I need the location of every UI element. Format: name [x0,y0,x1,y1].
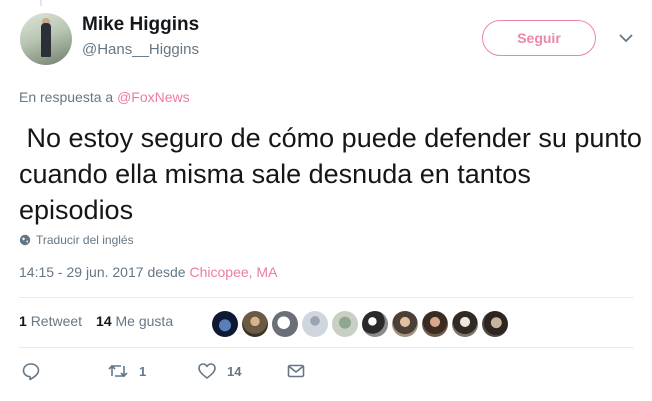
tweet-location-link[interactable]: Chicopee, MA [189,264,277,280]
translate-link[interactable]: Traducir del inglés [19,233,134,247]
retweet-stat-label: Retweet [30,313,83,329]
liker-avatar[interactable] [212,311,238,337]
liker-avatar[interactable] [362,311,388,337]
like-stat[interactable]: 14 Me gusta [96,313,173,329]
thread-line [40,0,42,6]
reply-button[interactable] [21,361,41,381]
retweet-stat[interactable]: 1 Retweet [19,313,82,329]
retweet-button[interactable]: 1 [107,361,146,381]
divider-bottom [19,347,634,348]
reply-context: En respuesta a @FoxNews [19,89,190,105]
globe-icon [19,234,31,246]
tweet-timestamp[interactable]: 14:15 - 29 jun. 2017 [19,264,144,280]
author-handle[interactable]: @Hans__Higgins [82,41,199,58]
liker-avatar[interactable] [452,311,478,337]
liker-avatar[interactable] [272,311,298,337]
envelope-icon [287,364,305,378]
liker-avatar[interactable] [392,311,418,337]
likers-avatars [212,311,508,337]
reply-prefix: En respuesta a [19,89,114,105]
liker-avatar[interactable] [482,311,508,337]
tweet-text: No estoy seguro de cómo puede defender s… [19,123,650,225]
meta-desde: desde [147,264,186,280]
reply-mention-link[interactable]: @FoxNews [117,89,190,105]
liker-avatar[interactable] [332,311,358,337]
tweet-stats: 1 Retweet 14 Me gusta [19,313,187,329]
tweet-meta: 14:15 - 29 jun. 2017 desde Chicopee, MA [19,264,277,280]
direct-message-button[interactable] [286,361,306,381]
chevron-down-icon[interactable] [618,32,634,44]
like-button[interactable]: 14 [197,361,241,381]
like-stat-label: Me gusta [115,313,174,329]
follow-button[interactable]: Seguir [482,20,596,56]
liker-avatar[interactable] [242,311,268,337]
author-name[interactable]: Mike Higgins [82,14,199,36]
avatar-figure [41,23,51,57]
translate-label: Traducir del inglés [36,233,134,247]
liker-avatar[interactable] [422,311,448,337]
retweet-stat-count: 1 [19,313,27,329]
reply-icon [22,363,40,381]
like-stat-count: 14 [96,313,112,329]
like-action-count: 14 [227,363,242,379]
heart-icon [198,363,216,379]
retweet-icon [108,364,128,378]
author-avatar[interactable] [20,13,72,65]
divider-top [19,297,634,298]
liker-avatar[interactable] [302,311,328,337]
retweet-action-count: 1 [139,363,147,379]
